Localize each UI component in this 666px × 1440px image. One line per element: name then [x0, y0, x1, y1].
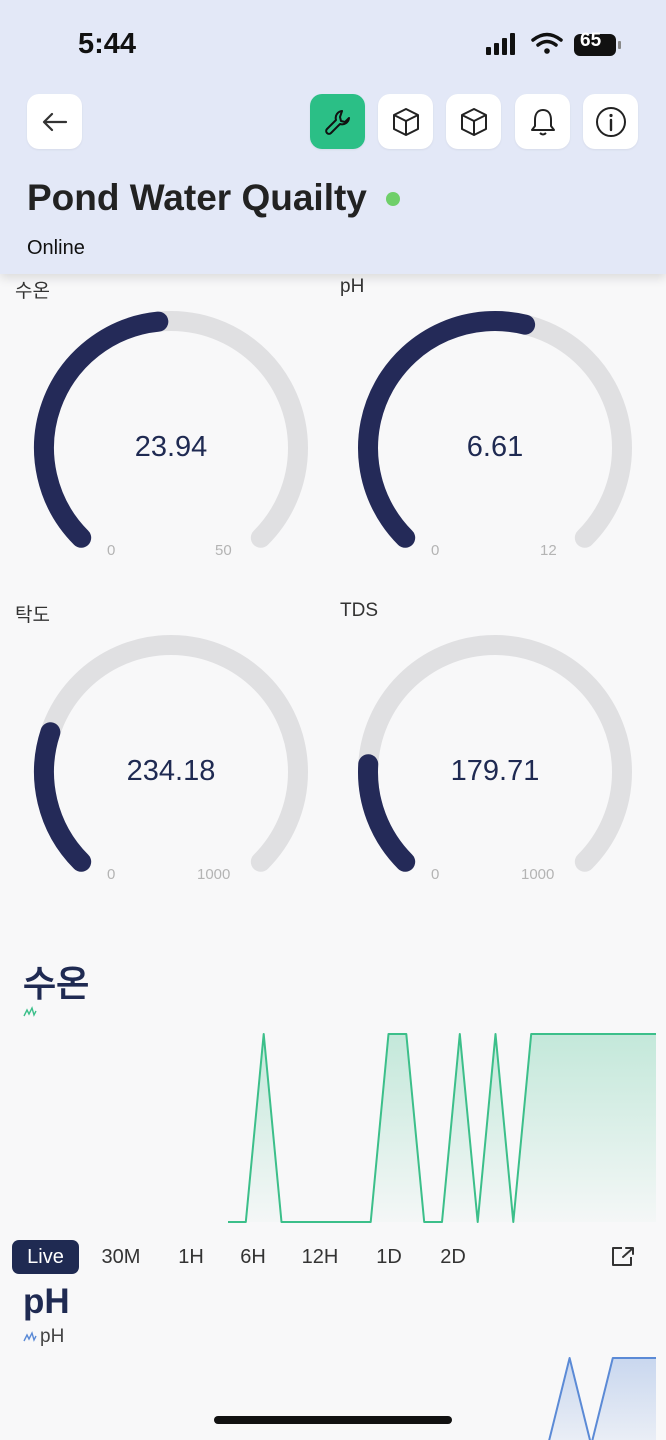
gauge-value: 234.18: [126, 755, 216, 787]
gauge-label: 수온: [15, 281, 50, 302]
notifications-button[interactable]: [515, 94, 570, 149]
info-button[interactable]: [583, 94, 638, 149]
gauge-label: pH: [340, 276, 365, 297]
tab-30m[interactable]: 30M: [94, 1240, 148, 1274]
gauge-track: [358, 635, 632, 872]
ph-chart-title: pH: [23, 1282, 70, 1321]
page-title: Pond Water Quailty: [27, 177, 367, 218]
home-indicator: [214, 1416, 452, 1424]
device-button-2[interactable]: [446, 94, 501, 149]
device-button-1[interactable]: [378, 94, 433, 149]
gauge-min: 0: [107, 866, 116, 883]
settings-wrench-button[interactable]: [310, 94, 365, 149]
temperature-area-chart: [228, 1033, 656, 1223]
gauge-min: 0: [431, 866, 440, 883]
gauge-value: 179.71: [450, 755, 540, 787]
back-arrow-icon: [42, 112, 67, 131]
gauge-fill: [34, 722, 92, 872]
tab-1d[interactable]: 1D: [370, 1240, 408, 1274]
tab-2d[interactable]: 2D: [434, 1240, 472, 1274]
cube-icon: [460, 107, 487, 136]
ph-area-chart: [548, 1357, 656, 1440]
signal-icon: [486, 33, 515, 55]
ph-legend-label: pH: [40, 1326, 65, 1347]
chart-area-fill: [228, 1034, 656, 1222]
line-chart-legend-icon: [23, 1331, 37, 1342]
battery-level: 65: [580, 30, 602, 51]
app-header: 5:44 65 Pond Water Quailty Online: [0, 0, 666, 274]
gauge-max: 50: [215, 542, 232, 559]
gauge-max: 1000: [197, 866, 231, 883]
gauge-value: 6.61: [466, 431, 524, 463]
line-chart-legend-icon: [23, 1006, 37, 1017]
bell-icon: [530, 108, 555, 135]
expand-icon[interactable]: [610, 1245, 636, 1269]
gauge-label: TDS: [340, 600, 378, 621]
device-status: Online: [27, 237, 85, 259]
gauge-fill: [358, 311, 536, 548]
status-icons: [486, 32, 621, 56]
tab-12h[interactable]: 12H: [296, 1240, 344, 1274]
tab-live[interactable]: Live: [12, 1240, 79, 1274]
gauge-max: 1000: [521, 866, 555, 883]
wifi-icon: [531, 32, 563, 54]
tab-6h[interactable]: 6H: [234, 1240, 272, 1274]
cube-icon: [392, 107, 419, 136]
gauge-min: 0: [431, 542, 440, 559]
tab-1h[interactable]: 1H: [172, 1240, 210, 1274]
wrench-icon: [324, 109, 350, 135]
gauge-fill: [34, 311, 169, 548]
time-range-tabs: Live 30M 1H 6H 12H 1D 2D: [12, 1240, 634, 1274]
back-button[interactable]: [27, 94, 82, 149]
online-status-dot: [386, 192, 400, 206]
gauge-value: 23.94: [134, 431, 208, 463]
gauge-max: 12: [540, 542, 557, 559]
gauge-label: 탁도: [15, 605, 50, 626]
info-icon: [595, 106, 626, 137]
status-time: 5:44: [78, 28, 137, 60]
gauge-track: [34, 635, 308, 872]
gauge-min: 0: [107, 542, 116, 559]
chart-title: 수온: [23, 963, 90, 1004]
